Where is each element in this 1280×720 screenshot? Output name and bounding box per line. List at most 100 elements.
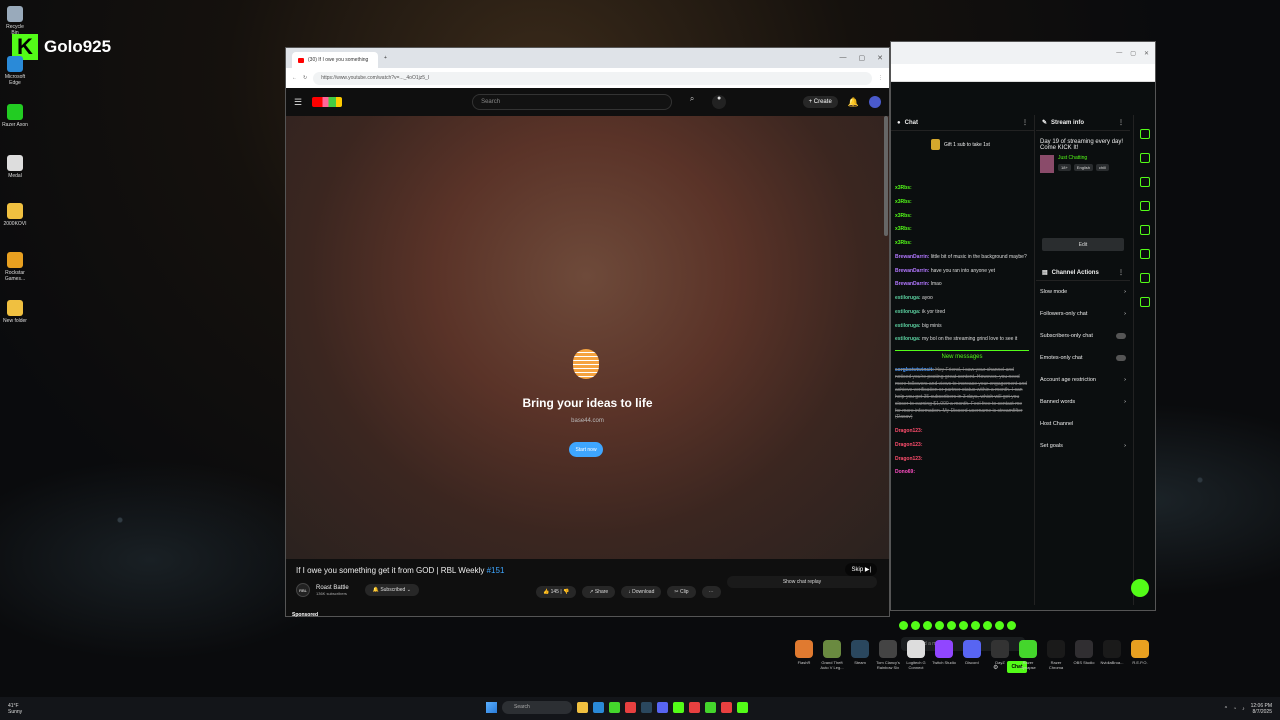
channel-action-row[interactable]: Set goals › bbox=[1036, 435, 1130, 457]
mic-icon[interactable]: ● bbox=[712, 95, 727, 109]
kick-address-bar[interactable] bbox=[891, 64, 1155, 82]
emote-icon[interactable] bbox=[899, 621, 908, 630]
chat-username[interactable]: x3Rbs: bbox=[895, 226, 912, 232]
chat-username[interactable]: x3Rbs: bbox=[895, 213, 912, 219]
emote-icon[interactable] bbox=[959, 621, 968, 630]
channel-actions-menu-icon[interactable]: ⋮ bbox=[1118, 269, 1124, 276]
maximize-icon[interactable]: ▢ bbox=[859, 54, 866, 62]
minimize-icon[interactable]: — bbox=[1116, 50, 1122, 56]
emote-icon[interactable] bbox=[911, 621, 920, 630]
back-icon[interactable]: ← bbox=[292, 75, 297, 81]
stream-info-menu-icon[interactable]: ⋮ bbox=[1118, 119, 1124, 126]
gift-banner[interactable]: Gift 1 sub to take 1st bbox=[931, 139, 1034, 150]
desktop-icon[interactable]: Microsoft Edge bbox=[2, 56, 28, 86]
maximize-icon[interactable]: ▢ bbox=[1130, 50, 1136, 57]
tool-icon[interactable] bbox=[1139, 129, 1150, 139]
desktop-shortcut[interactable]: Discord bbox=[960, 640, 984, 670]
desktop-icon[interactable]: Medal bbox=[2, 155, 28, 179]
tool-icon[interactable] bbox=[1139, 201, 1150, 211]
channel-avatar[interactable]: RBL bbox=[296, 583, 310, 597]
emote-icon[interactable] bbox=[923, 621, 932, 630]
video-hashtag[interactable]: #151 bbox=[487, 566, 505, 575]
desktop-shortcut[interactable]: Razer Synapse bbox=[1016, 640, 1040, 670]
volume-icon[interactable]: ♪ bbox=[1242, 706, 1245, 712]
taskbar-search[interactable]: Search bbox=[502, 701, 572, 714]
tool-icon[interactable] bbox=[1139, 177, 1150, 187]
reload-icon[interactable]: ↻ bbox=[303, 75, 307, 81]
chat-username[interactable]: sorgbotvtwinsit: bbox=[895, 367, 934, 373]
more-actions-button[interactable]: ⋯ bbox=[701, 586, 721, 598]
close-icon[interactable]: ✕ bbox=[1144, 50, 1149, 57]
chat-username[interactable]: Dragon123: bbox=[895, 428, 923, 434]
ad-url[interactable]: base44.com bbox=[286, 418, 889, 424]
desktop-shortcut[interactable]: Grand Theft Auto V Leg... bbox=[820, 640, 844, 670]
desktop-icon[interactable]: 2000KOVI bbox=[2, 203, 28, 227]
taskbar-app-icon[interactable] bbox=[593, 702, 604, 713]
channel-action-row[interactable]: Banned words › bbox=[1036, 391, 1130, 413]
chat-username[interactable]: BrewanDarrin: bbox=[895, 281, 929, 287]
notifications-bell-icon[interactable]: 🔔 bbox=[848, 97, 859, 108]
chat-username[interactable]: Dono69: bbox=[895, 469, 915, 475]
toggle-switch[interactable] bbox=[1116, 333, 1126, 339]
emote-icon[interactable] bbox=[971, 621, 980, 630]
like-button[interactable]: 👍 145 | 👎 bbox=[536, 586, 577, 598]
taskbar-app-icon[interactable] bbox=[625, 702, 636, 713]
toggle-switch[interactable] bbox=[1116, 355, 1126, 361]
chat-username[interactable]: BrewanDarrin: bbox=[895, 254, 929, 260]
stream-tag[interactable]: chill bbox=[1095, 164, 1109, 171]
desktop-shortcut[interactable]: FlashR bbox=[792, 640, 816, 670]
new-tab-icon[interactable]: + bbox=[384, 55, 387, 61]
chat-username[interactable]: BrewanDarrin: bbox=[895, 268, 929, 274]
desktop-shortcut[interactable]: Logitech G Connect bbox=[904, 640, 928, 670]
chat-username[interactable]: Dragon123: bbox=[895, 456, 923, 462]
desktop-shortcut[interactable]: Twitch Studio bbox=[932, 640, 956, 670]
edit-button[interactable]: Edit bbox=[1042, 238, 1124, 251]
ad-cta-button[interactable]: Start now bbox=[569, 442, 603, 457]
url-input[interactable]: https://www.youtube.com/watch?v=..._4oO1… bbox=[313, 71, 872, 85]
emote-icon[interactable] bbox=[935, 621, 944, 630]
taskbar-app-icon[interactable] bbox=[673, 702, 684, 713]
taskbar-app-icon[interactable] bbox=[705, 702, 716, 713]
taskbar-app-icon[interactable] bbox=[641, 702, 652, 713]
search-icon[interactable]: ⌕ bbox=[682, 94, 702, 110]
subscribed-button[interactable]: 🔔 Subscribed ⌄ bbox=[364, 584, 419, 596]
desktop-icon[interactable]: Razer Axon bbox=[2, 104, 28, 128]
channel-action-row[interactable]: Account age restriction › bbox=[1036, 369, 1130, 391]
minimize-icon[interactable]: — bbox=[840, 54, 847, 62]
desktop-icon[interactable]: Recycle Bin bbox=[2, 6, 28, 36]
help-fab-button[interactable] bbox=[1131, 579, 1149, 597]
chat-username[interactable]: x3Rbs: bbox=[895, 240, 912, 246]
video-player[interactable]: Bring your ideas to life base44.com Star… bbox=[286, 116, 889, 618]
taskbar-app-icon[interactable] bbox=[721, 702, 732, 713]
tool-icon[interactable] bbox=[1139, 297, 1150, 307]
share-button[interactable]: ↗ Share bbox=[582, 586, 616, 598]
menu-icon[interactable]: ☰ bbox=[294, 97, 302, 108]
create-button[interactable]: + Create bbox=[802, 96, 838, 108]
tab-youtube[interactable]: (30) If I owe you something bbox=[292, 52, 378, 68]
chat-username[interactable]: Dragon123: bbox=[895, 442, 923, 448]
chat-username[interactable]: estiloruga: bbox=[895, 336, 921, 342]
scrollbar[interactable] bbox=[884, 116, 888, 236]
emote-icon[interactable] bbox=[1007, 621, 1016, 630]
desktop-shortcut[interactable]: OBS Studio bbox=[1072, 640, 1096, 670]
taskbar-app-icon[interactable] bbox=[609, 702, 620, 713]
wifi-icon[interactable]: ◔ bbox=[1233, 706, 1236, 712]
stream-tag[interactable]: 18+ bbox=[1058, 164, 1071, 171]
emote-icon[interactable] bbox=[995, 621, 1004, 630]
weather-widget[interactable]: 41°F Sunny bbox=[0, 703, 22, 715]
youtube-logo[interactable] bbox=[312, 97, 343, 107]
emote-icon[interactable] bbox=[947, 621, 956, 630]
channel-action-row[interactable]: Emotes-only chat bbox=[1036, 347, 1130, 369]
chat-menu-icon[interactable]: ⋮ bbox=[1022, 119, 1028, 126]
taskbar-app-icon[interactable] bbox=[689, 702, 700, 713]
taskbar-app-icon[interactable] bbox=[577, 702, 588, 713]
download-button[interactable]: ↓ Download bbox=[621, 586, 662, 598]
taskbar-app-icon[interactable] bbox=[657, 702, 668, 713]
desktop-shortcut[interactable]: Razer Chroma bbox=[1044, 640, 1068, 670]
chat-username[interactable]: estiloruga: bbox=[895, 295, 921, 301]
close-icon[interactable]: ✕ bbox=[877, 54, 883, 62]
desktop-shortcut[interactable]: R.E.P.O. bbox=[1128, 640, 1152, 670]
stream-tag[interactable]: English bbox=[1073, 164, 1093, 171]
channel-action-row[interactable]: Followers-only chat › bbox=[1036, 303, 1130, 325]
category-name[interactable]: Just Chatting bbox=[1058, 155, 1109, 161]
